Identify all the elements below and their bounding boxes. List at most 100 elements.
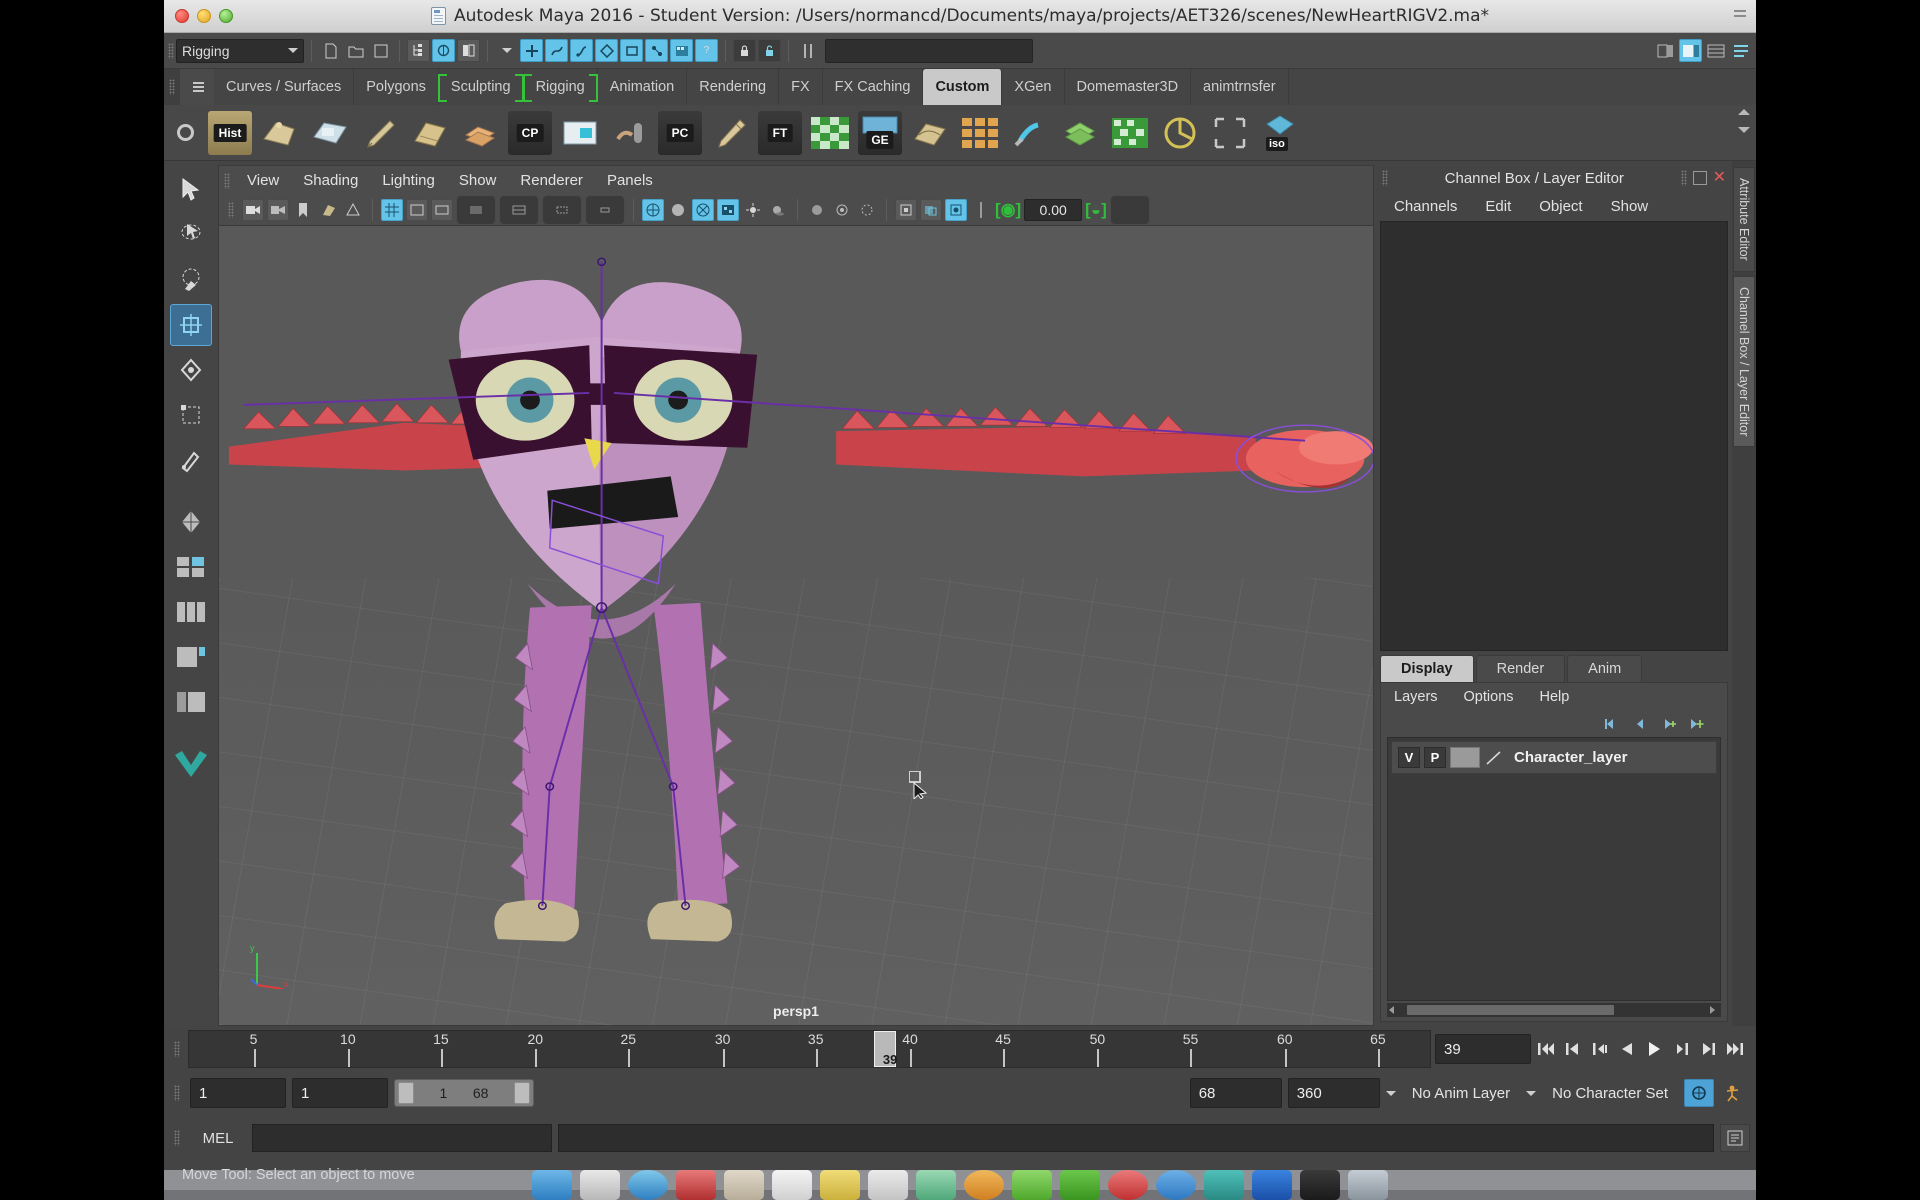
photoshop-dock-icon[interactable] [1252,1170,1292,1200]
maya-dock-icon[interactable] [1204,1170,1244,1200]
launchpad-dock-icon[interactable] [580,1170,620,1200]
shelf-tab-rigging[interactable]: Rigging [522,69,598,105]
side-tab-channel-box[interactable]: Channel Box / Layer Editor [1733,275,1755,448]
trash-dock-icon[interactable] [1348,1170,1388,1200]
viewport-menu-renderer[interactable]: Renderer [508,166,595,196]
layer-row-character[interactable]: V P Character_layer [1391,741,1717,774]
tab-display[interactable]: Display [1380,655,1474,682]
animation-end-field[interactable]: 360 [1287,1078,1380,1108]
notes-dock-icon[interactable] [820,1170,860,1200]
snap-to-curve-icon[interactable] [545,39,568,62]
viewport-menu-panels[interactable]: Panels [595,166,665,196]
animation-start-field[interactable]: 1 [190,1078,286,1108]
range-slider-grip[interactable] [170,1077,184,1109]
shelf-tab-custom[interactable]: Custom [923,69,1003,105]
render-view-shelf-button[interactable] [558,111,602,155]
status-line-grip[interactable] [168,42,174,59]
viewport-menu-show[interactable]: Show [447,166,509,196]
select-hierarchy-icon[interactable] [407,39,430,62]
ambient-occlusion-icon[interactable] [806,199,828,221]
shelf-tab-xgen[interactable]: XGen [1002,69,1065,105]
layer-menu-layers[interactable]: Layers [1381,689,1451,705]
viewport-menu-lighting[interactable]: Lighting [370,166,447,196]
safe-action-icon[interactable] [542,195,582,225]
layer-first-icon[interactable] [1603,717,1621,731]
shelf-menu-button[interactable] [180,69,214,105]
two-sided-lighting-icon[interactable] [342,199,364,221]
play-backwards-button[interactable] [1616,1037,1638,1061]
hist-shelf-button[interactable]: Hist [208,110,252,155]
snap-to-view-plane-icon[interactable] [620,39,643,62]
layered-shelf-button[interactable] [1058,111,1102,155]
smooth-shade-icon[interactable] [667,199,689,221]
grid-toggle-icon[interactable] [381,199,403,221]
sidebar-toggle-icon[interactable] [796,39,819,62]
channel-box-content[interactable] [1380,221,1728,651]
ft-shelf-button[interactable]: FT [758,110,802,155]
anim-layer-dropdown[interactable]: No Anim Layer [1401,1078,1521,1108]
shelf-scroll-arrows[interactable] [1738,109,1750,133]
xray-icon[interactable] [920,199,942,221]
play-forwards-button[interactable] [1643,1037,1665,1061]
camera-attributes-icon[interactable] [267,199,289,221]
reminders-dock-icon[interactable] [868,1170,908,1200]
layer-visibility-toggle[interactable]: V [1398,747,1420,768]
layer-list[interactable]: V P Character_layer [1387,737,1721,1001]
layer-color-swatch[interactable] [1450,747,1480,768]
snap-to-grid-icon[interactable] [520,39,543,62]
construction-history-icon[interactable] [645,39,668,62]
two-pane-layout[interactable] [170,546,212,588]
brush-shelf-button[interactable] [708,111,752,155]
step-back-frame-button[interactable] [1562,1037,1584,1061]
quick-select-input[interactable] [825,38,1033,63]
resolution-gate-icon[interactable] [431,199,453,221]
ge-shelf-button[interactable]: GE [858,110,902,155]
paint-weights-shelf-button[interactable] [608,111,652,155]
contacts-dock-icon[interactable] [724,1170,764,1200]
maximize-window-button[interactable] [219,9,233,23]
open-scene-icon[interactable] [344,39,367,62]
iso-shelf-button[interactable]: iso [1258,111,1302,155]
channel-box-menu-edit[interactable]: Edit [1471,198,1525,215]
checker-shelf-button[interactable] [808,111,852,155]
three-pane-layout[interactable] [170,591,212,633]
new-scene-icon[interactable] [319,39,342,62]
layer-new-icon[interactable] [1659,717,1677,731]
command-line-grip[interactable] [170,1122,184,1154]
channel-box-menu-show[interactable]: Show [1597,198,1663,215]
channel-box-menu-object[interactable]: Object [1525,198,1596,215]
xray-joints-icon[interactable] [945,199,967,221]
rotate-tool[interactable] [170,349,212,391]
gate-mask-icon[interactable] [456,195,496,225]
safari-dock-icon[interactable] [628,1170,668,1200]
layer-prev-icon[interactable] [1631,717,1649,731]
four-view-layout[interactable] [170,501,212,543]
exposure-value[interactable]: 0.00 [1024,199,1083,221]
layer-playback-toggle[interactable]: P [1424,747,1446,768]
shelf-tab-curves-surfaces[interactable]: Curves / Surfaces [214,69,355,105]
isolate-select-icon[interactable] [895,199,917,221]
command-language-label[interactable]: MEL [190,1130,246,1147]
cp-shelf-button[interactable]: CP [508,110,552,155]
shelf-tab-fx-caching[interactable]: FX Caching [823,69,924,105]
attribute-editor-toggle-icon[interactable] [1704,39,1727,62]
select-tool[interactable] [170,169,212,211]
shelf-tab-fx[interactable]: FX [779,69,823,105]
image-plane-icon[interactable] [317,199,339,221]
move-tool[interactable] [170,304,212,346]
last-tool[interactable] [170,439,212,481]
show-hide-editors-icon[interactable] [1654,39,1677,62]
graph-shelf-button[interactable] [908,111,952,155]
select-component-icon[interactable] [457,39,480,62]
scroll-right-icon[interactable] [1707,1005,1717,1015]
shelf-tab-animation[interactable]: Animation [598,69,688,105]
mail-dock-icon[interactable] [676,1170,716,1200]
playback-end-field[interactable]: 68 [1189,1078,1282,1108]
itunes-dock-icon[interactable] [1108,1170,1148,1200]
facetime-dock-icon[interactable] [1060,1170,1100,1200]
maps-dock-icon[interactable] [916,1170,956,1200]
image-plane-shelf-button[interactable] [308,111,352,155]
close-window-button[interactable] [175,9,189,23]
field-chart-icon[interactable] [499,195,539,225]
paint-shelf-button[interactable] [358,111,402,155]
